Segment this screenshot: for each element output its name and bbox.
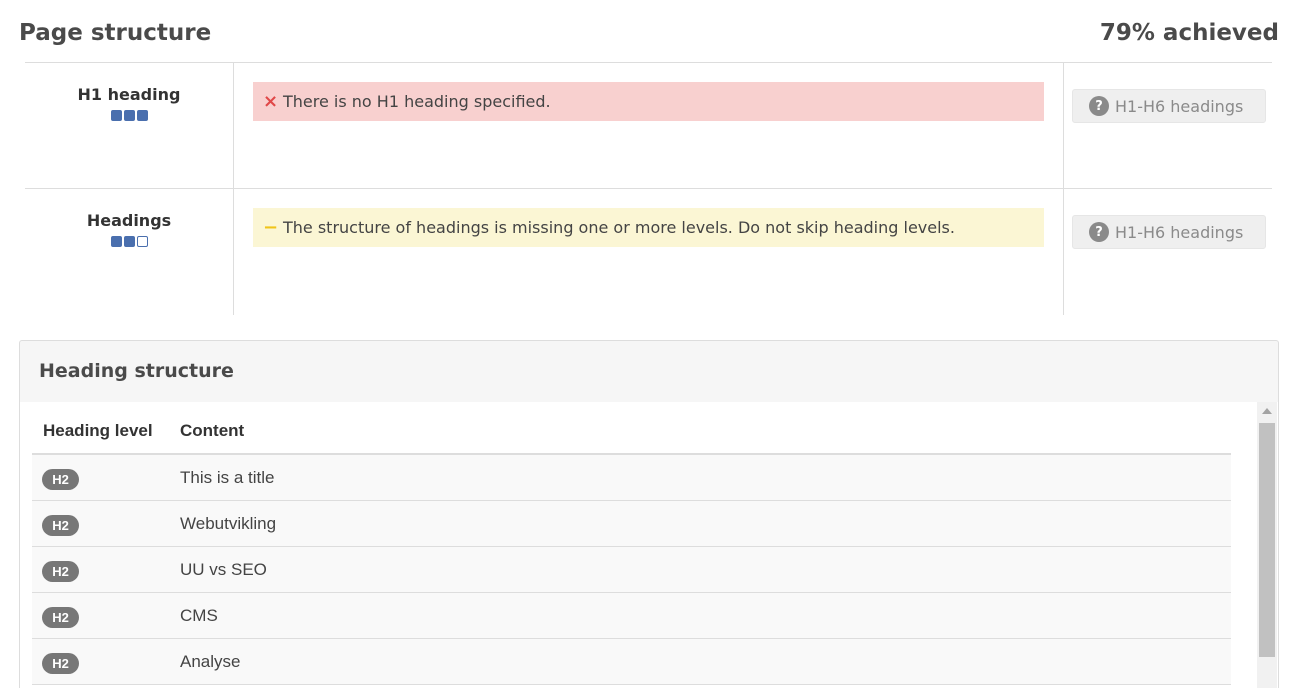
heading-content: Webutvikling xyxy=(180,514,277,533)
heading-content: Analyse xyxy=(180,652,241,671)
heading-level-badge: H2 xyxy=(42,607,79,628)
table-row: H2 CMS xyxy=(32,593,1231,639)
help-button-label: H1-H6 headings xyxy=(1115,222,1244,242)
check-row-headings: Headings − The structure of headings is … xyxy=(25,189,1272,315)
heading-level-badge: H2 xyxy=(42,561,79,582)
heading-level-badge: H2 xyxy=(42,653,79,674)
question-circle-icon: ? xyxy=(1089,222,1109,242)
rating-dot xyxy=(110,236,122,247)
importance-rating xyxy=(110,110,148,121)
heading-content: This is a title xyxy=(180,468,275,487)
check-message-cell: − The structure of headings is missing o… xyxy=(234,189,1064,315)
scroll-up-arrow-icon[interactable] xyxy=(1262,408,1272,414)
heading-table: Heading level Content H2 This is a title… xyxy=(32,402,1231,685)
message-text: There is no H1 heading specified. xyxy=(283,92,551,111)
section-score: 79% achieved xyxy=(1099,20,1279,46)
check-help-cell: ? H1-H6 headings xyxy=(1064,63,1272,188)
heading-content: UU vs SEO xyxy=(180,560,267,579)
table-row: H2 UU vs SEO xyxy=(32,547,1231,593)
warning-dash-icon: − xyxy=(263,217,279,238)
error-message: × There is no H1 heading specified. xyxy=(253,82,1044,121)
rating-dot xyxy=(123,236,135,247)
check-name: Headings xyxy=(86,211,172,230)
panel-body[interactable]: Heading level Content H2 This is a title… xyxy=(20,402,1278,688)
check-message-cell: × There is no H1 heading specified. xyxy=(234,63,1064,188)
table-header: Heading level Content xyxy=(32,402,1231,455)
vertical-scrollbar[interactable] xyxy=(1257,402,1277,688)
rating-dot xyxy=(110,110,122,121)
heading-content: CMS xyxy=(180,606,218,625)
warning-message: − The structure of headings is missing o… xyxy=(253,208,1044,247)
rating-dot xyxy=(136,110,148,121)
column-header-content: Content xyxy=(180,421,245,440)
importance-rating xyxy=(110,236,148,247)
help-button[interactable]: ? H1-H6 headings xyxy=(1072,215,1266,249)
question-circle-icon: ? xyxy=(1089,96,1109,116)
heading-level-badge: H2 xyxy=(42,469,79,490)
help-button[interactable]: ? H1-H6 headings xyxy=(1072,89,1266,123)
rating-dot xyxy=(123,110,135,121)
check-row-h1: H1 heading × There is no H1 heading spec… xyxy=(25,63,1272,189)
check-name: H1 heading xyxy=(77,85,181,104)
error-x-icon: × xyxy=(263,91,279,112)
heading-structure-panel: Heading structure Heading level Content … xyxy=(19,340,1279,688)
scroll-thumb[interactable] xyxy=(1259,423,1275,657)
heading-level-badge: H2 xyxy=(42,515,79,536)
help-button-label: H1-H6 headings xyxy=(1115,96,1244,116)
column-header-level: Heading level xyxy=(43,421,153,440)
check-name-cell: H1 heading xyxy=(25,63,234,188)
table-row: H2 This is a title xyxy=(32,455,1231,501)
check-help-cell: ? H1-H6 headings xyxy=(1064,189,1272,315)
panel-title: Heading structure xyxy=(39,360,234,382)
check-name-cell: Headings xyxy=(25,189,234,315)
message-text: The structure of headings is missing one… xyxy=(283,218,955,237)
rating-dot-empty xyxy=(136,236,148,247)
table-row: H2 Analyse xyxy=(32,639,1231,685)
check-table: H1 heading × There is no H1 heading spec… xyxy=(25,62,1272,315)
section-title: Page structure xyxy=(19,20,212,46)
table-row: H2 Webutvikling xyxy=(32,501,1231,547)
section-header: Page structure 79% achieved xyxy=(19,18,1279,58)
